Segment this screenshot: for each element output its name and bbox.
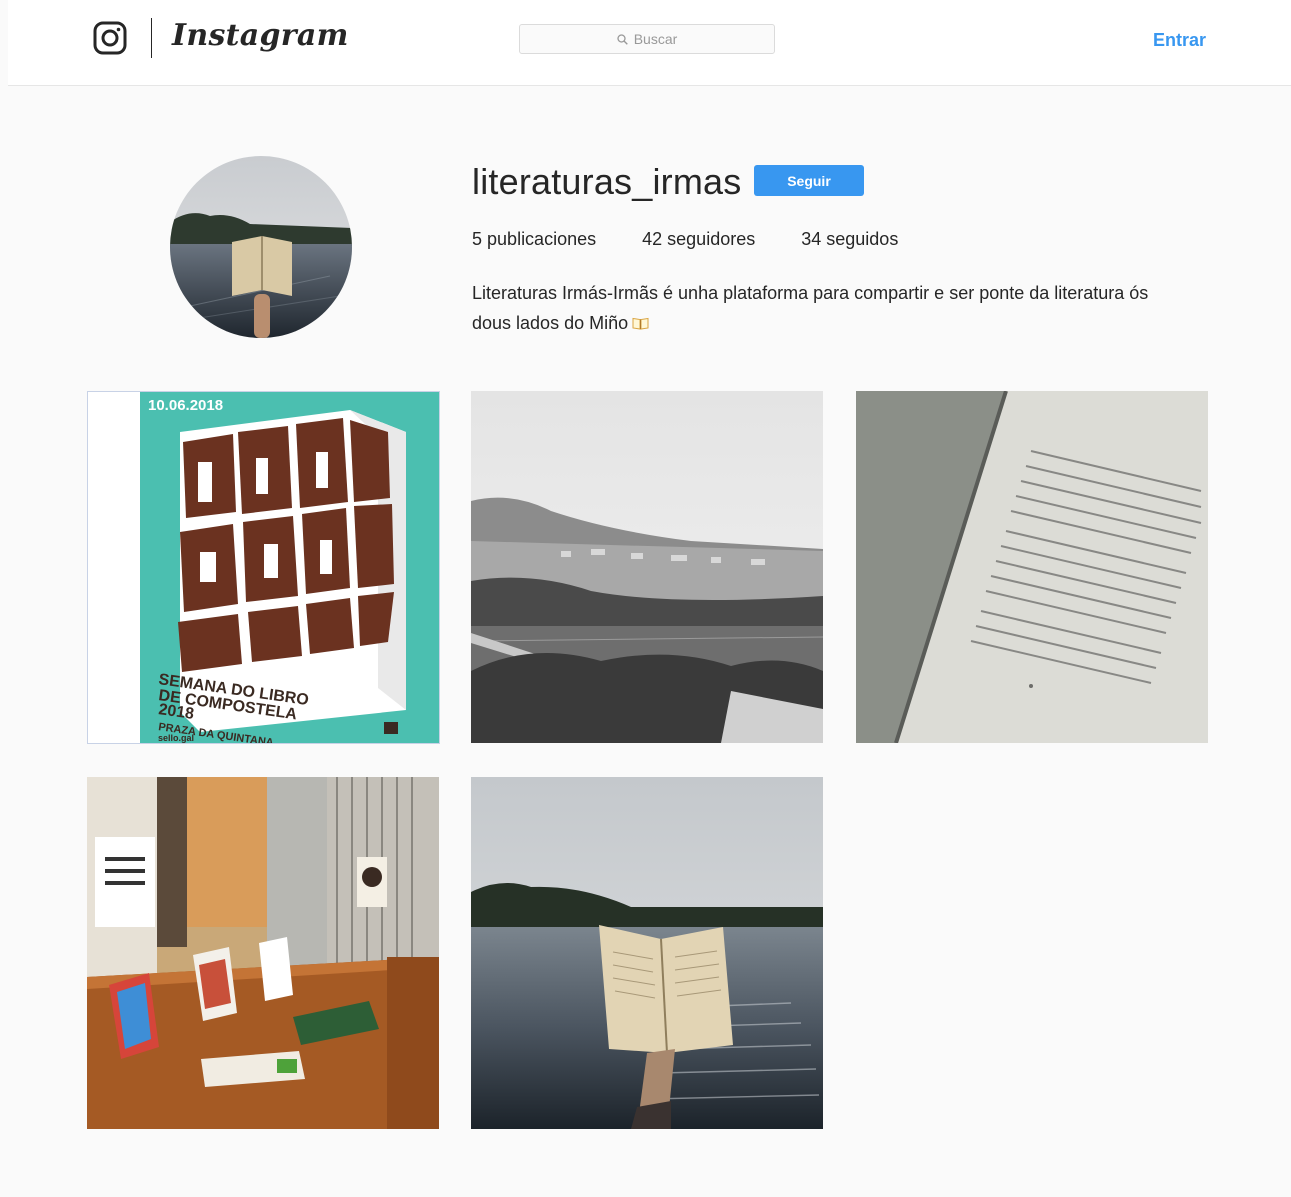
stat-followers-label: seguidores bbox=[667, 229, 756, 249]
search-placeholder: Buscar bbox=[633, 31, 678, 47]
bio-line-2: dous lados do Miño bbox=[472, 313, 629, 333]
bio-line-1: Literaturas Irmás-Irmãs é unha plataform… bbox=[472, 283, 1149, 303]
post-thumbnail-5[interactable] bbox=[471, 777, 823, 1129]
stat-posts: 5 publicaciones bbox=[472, 229, 596, 250]
stat-posts-label: publicaciones bbox=[487, 229, 597, 249]
poster-site: sello.gal bbox=[158, 733, 194, 743]
profile-avatar[interactable] bbox=[170, 156, 352, 338]
stat-following-count: 34 bbox=[801, 229, 822, 249]
post-image-5 bbox=[471, 777, 823, 1129]
header-divider bbox=[151, 18, 152, 58]
stat-posts-count: 5 bbox=[472, 229, 483, 249]
top-nav-bar: Instagram Buscar Entrar bbox=[8, 0, 1291, 86]
post-thumbnail-2[interactable] bbox=[471, 391, 823, 743]
instagram-wordmark[interactable]: Instagram bbox=[172, 18, 349, 53]
search-icon bbox=[617, 33, 628, 45]
follow-button[interactable]: Seguir bbox=[754, 165, 864, 196]
post-image-4 bbox=[87, 777, 439, 1129]
bio-line-2-wrap: dous lados do Miño bbox=[472, 308, 1212, 338]
open-book-icon bbox=[632, 317, 649, 330]
stat-followers-count: 42 bbox=[642, 229, 663, 249]
post-thumbnail-3[interactable] bbox=[856, 391, 1208, 743]
search-input[interactable]: Buscar bbox=[519, 24, 775, 54]
avatar-photo bbox=[170, 156, 352, 338]
stat-following-label: seguidos bbox=[826, 229, 899, 249]
post-thumbnail-1[interactable]: 10.06.2018 SEMANA DO LIBRO DE COMPOSTELA… bbox=[87, 391, 440, 744]
poster-date: 10.06.2018 bbox=[148, 397, 223, 414]
post-image-1: 10.06.2018 SEMANA DO LIBRO DE COMPOSTELA… bbox=[88, 392, 439, 743]
post-thumbnail-4[interactable] bbox=[87, 777, 439, 1129]
instagram-camera-icon[interactable] bbox=[92, 20, 128, 56]
poster-logo bbox=[384, 722, 398, 734]
profile-stats: 5 publicaciones 42 seguidores 34 seguido… bbox=[472, 229, 898, 250]
post-image-2 bbox=[471, 391, 823, 743]
post-image-3 bbox=[856, 391, 1208, 743]
profile-bio: Literaturas Irmás-Irmãs é unha plataform… bbox=[472, 278, 1212, 338]
stat-followers[interactable]: 42 seguidores bbox=[642, 229, 755, 250]
login-link[interactable]: Entrar bbox=[1153, 30, 1206, 51]
profile-username: literaturas_irmas bbox=[472, 161, 742, 202]
stat-following[interactable]: 34 seguidos bbox=[801, 229, 898, 250]
